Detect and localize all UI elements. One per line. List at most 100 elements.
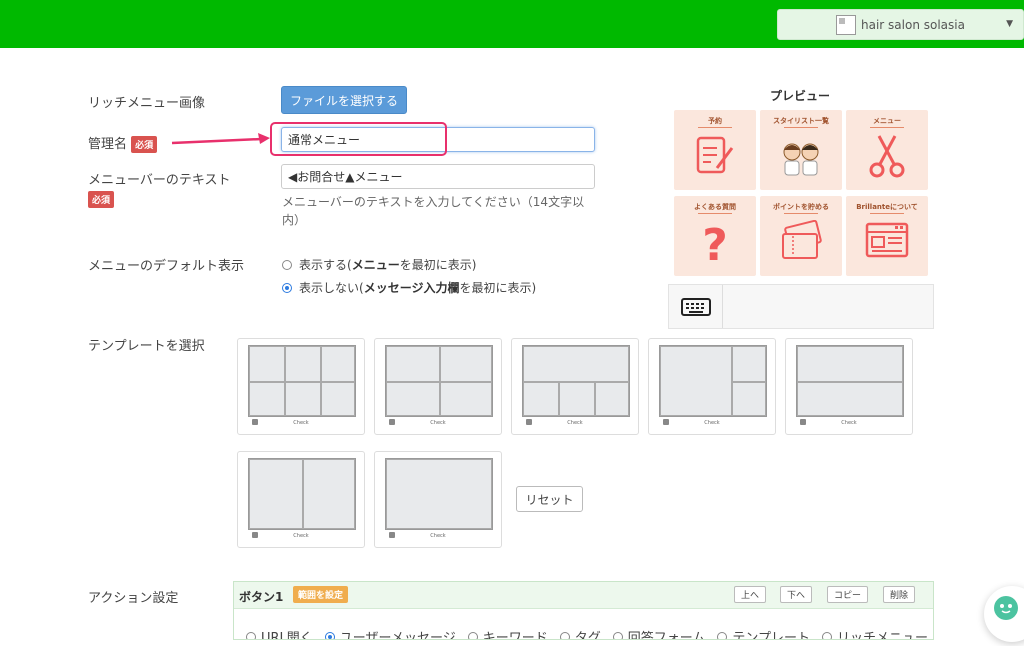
admin-name-label-text: 管理名 — [88, 137, 128, 152]
template-check-text: Check — [430, 420, 446, 426]
action-option-rich-menu[interactable]: リッチメニュー — [822, 627, 929, 640]
radio[interactable] — [822, 631, 833, 639]
preview-tile-stylists: スタイリスト一覧 — [760, 110, 842, 190]
tile-label: よくある質問 — [694, 203, 736, 211]
keyboard-icon — [669, 285, 723, 328]
preview-title: プレビュー — [770, 89, 831, 103]
action-option-tag[interactable]: タグ — [559, 627, 601, 640]
reset-button[interactable]: リセット — [516, 486, 583, 512]
required-badge: 必須 — [131, 136, 158, 153]
radio[interactable] — [246, 631, 256, 639]
option-hide-menu[interactable]: 表示しない(メッセージ入力欄 を最初に表示) — [282, 279, 536, 296]
action-option-template[interactable]: テンプレート — [717, 627, 811, 640]
button-title: ボタン1 — [239, 590, 284, 604]
template-option-4-grid[interactable]: Check — [374, 338, 502, 435]
radio[interactable] — [324, 631, 335, 639]
template-option-large-left-2-right[interactable]: Check — [648, 338, 776, 435]
radio-hide-menu[interactable] — [282, 282, 292, 293]
option-label: ユーザーメッセージ — [339, 631, 456, 640]
tile-label: Brillanteについて — [856, 203, 918, 211]
tile-label: ポイントを貯める — [773, 203, 829, 211]
menubar-text-input[interactable]: ◀お問合せ▲メニュー — [281, 164, 595, 189]
chat-bot-icon — [994, 596, 1018, 620]
checkbox-icon — [663, 419, 669, 425]
broken-image-icon — [836, 14, 857, 35]
option-hide-prefix: 表示しない( — [299, 281, 364, 295]
action-option-answer-form[interactable]: 回答フォーム — [612, 627, 706, 640]
preview-menu-bar — [668, 284, 934, 329]
preview-tile-menu: メニュー — [846, 110, 928, 190]
option-show-suffix: を最初に表示) — [399, 258, 477, 272]
point-card-icon — [782, 220, 822, 259]
template-option-2-rows[interactable]: Check — [785, 338, 913, 435]
scissors-icon — [869, 135, 905, 178]
option-label: キーワード — [482, 631, 548, 640]
checkbox-icon — [389, 532, 395, 538]
chevron-down-icon: ▼ — [1006, 19, 1013, 29]
move-up-button[interactable]: 上へ — [734, 586, 767, 603]
checkbox-icon — [800, 419, 806, 425]
option-show-bold: メニュー — [351, 258, 400, 272]
preview-tile-reservation: 予約 — [674, 110, 756, 190]
checkbox-icon — [252, 532, 258, 538]
option-show-prefix: 表示する( — [299, 258, 352, 272]
template-option-6-grid[interactable]: Check — [237, 338, 365, 435]
set-range-button[interactable]: 範囲を設定 — [293, 586, 349, 603]
checkbox-icon — [389, 419, 395, 425]
delete-button[interactable]: 削除 — [883, 586, 916, 603]
radio[interactable] — [717, 631, 728, 639]
option-hide-suffix: を最初に表示) — [459, 281, 537, 295]
option-label: テンプレート — [732, 631, 811, 640]
required-badge: 必須 — [88, 191, 115, 208]
radio[interactable] — [559, 631, 570, 639]
radio-show-menu[interactable] — [282, 259, 292, 270]
radio[interactable] — [467, 631, 478, 639]
action-panel: ボタン1 範囲を設定 上へ 下へ コピー 削除 URL開く ユーザーメッセージ … — [233, 581, 934, 640]
highlight-box-annotation — [270, 122, 447, 156]
action-panel-header: ボタン1 範囲を設定 上へ 下へ コピー 削除 — [234, 582, 933, 609]
option-hide-bold: メッセージ入力欄 — [363, 281, 460, 295]
salon-name: hair salon solasia — [861, 17, 965, 32]
preview-tile-about: Brillanteについて — [846, 196, 928, 276]
salon-select-dropdown[interactable]: hair salon solasia ▼ — [777, 9, 1024, 40]
template-check-text: Check — [430, 533, 446, 539]
tile-label: メニュー — [873, 117, 901, 125]
rich-menu-image-label: リッチメニュー画像 — [88, 96, 206, 111]
template-check-text: Check — [293, 533, 309, 539]
default-display-label: メニューのデフォルト表示 — [88, 259, 245, 274]
option-label: 回答フォーム — [627, 631, 706, 640]
copy-button[interactable]: コピー — [827, 586, 869, 603]
preview-tile-faq: よくある質問 ? — [674, 196, 756, 276]
menubar-required-wrap: 必須 — [88, 189, 115, 208]
template-select-label: テンプレートを選択 — [88, 339, 205, 354]
option-label: リッチメニュー — [837, 631, 929, 640]
arrow-annotation-icon — [171, 133, 270, 145]
action-type-options: URL開く ユーザーメッセージ キーワード タグ 回答フォーム テンプレート リ… — [246, 627, 933, 640]
action-option-keyword[interactable]: キーワード — [467, 627, 548, 640]
chat-support-button[interactable] — [984, 586, 1024, 642]
option-show-menu[interactable]: 表示する(メニュー を最初に表示) — [282, 256, 476, 273]
question-mark-icon: ? — [702, 220, 728, 264]
action-settings-label: アクション設定 — [88, 591, 179, 606]
action-option-user-message[interactable]: ユーザーメッセージ — [324, 627, 456, 640]
template-option-2-columns[interactable]: Check — [237, 451, 365, 548]
template-option-single[interactable]: Check — [374, 451, 502, 548]
template-check-text: Check — [293, 420, 309, 426]
template-option-1-top-3-bottom[interactable]: Check — [511, 338, 639, 435]
stylists-icon — [783, 143, 819, 176]
tile-label: スタイリスト一覧 — [773, 117, 829, 125]
svg-text:?: ? — [702, 220, 728, 264]
template-check-text: Check — [567, 420, 583, 426]
template-check-text: Check — [704, 420, 720, 426]
menubar-help-text: メニューバーのテキストを入力してください（14文字以内） — [282, 195, 585, 227]
action-option-url[interactable]: URL開く — [246, 627, 313, 640]
checkbox-icon — [252, 419, 258, 425]
option-label: URL開く — [261, 631, 313, 640]
preview-tile-points: ポイントを貯める — [760, 196, 842, 276]
checkbox-icon — [526, 419, 532, 425]
template-check-text: Check — [841, 420, 857, 426]
radio[interactable] — [612, 631, 623, 639]
option-label: タグ — [574, 631, 601, 640]
file-select-button[interactable]: ファイルを選択する — [281, 86, 407, 114]
move-down-button[interactable]: 下へ — [780, 586, 813, 603]
